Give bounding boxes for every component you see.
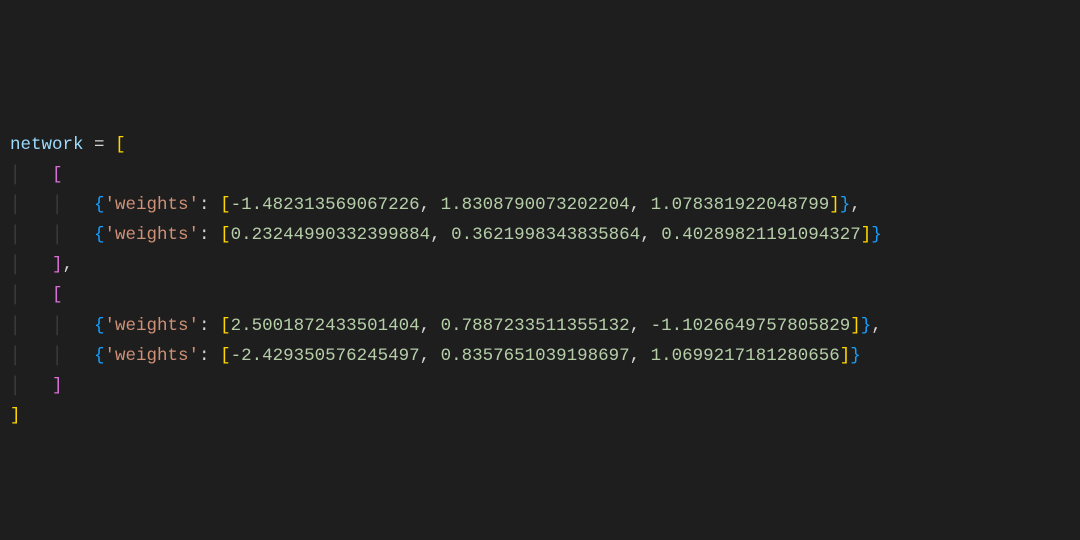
number-literal: 1.078381922048799 xyxy=(651,195,830,215)
comma: , xyxy=(850,195,861,215)
bracket-open: [ xyxy=(52,285,63,305)
number-literal: -1.482313569067226 xyxy=(231,195,420,215)
dict-key: 'weights' xyxy=(105,316,200,336)
variable-name: network xyxy=(10,135,84,155)
colon: : xyxy=(199,346,220,366)
bracket-close: ] xyxy=(52,376,63,396)
line: │ [ xyxy=(10,165,63,185)
comma: , xyxy=(63,255,74,275)
brace-close: } xyxy=(861,316,872,336)
line: │ ], xyxy=(10,255,73,275)
dict-key: 'weights' xyxy=(105,346,200,366)
colon: : xyxy=(199,316,220,336)
line: │ │ {'weights': [-1.482313569067226, 1.8… xyxy=(10,195,861,215)
bracket-open: [ xyxy=(115,135,126,155)
bracket-open: [ xyxy=(220,195,231,215)
number-literal: 1.0699217181280656 xyxy=(651,346,840,366)
comma: , xyxy=(871,316,882,336)
comma: , xyxy=(430,225,451,245)
bracket-close: ] xyxy=(840,346,851,366)
comma: , xyxy=(420,316,441,336)
line: │ │ {'weights': [2.5001872433501404, 0.7… xyxy=(10,316,882,336)
line: network = [ xyxy=(10,135,126,155)
number-literal: 0.3621998343835864 xyxy=(451,225,640,245)
bracket-open: [ xyxy=(52,165,63,185)
brace-open: { xyxy=(94,316,105,336)
bracket-open: [ xyxy=(220,225,231,245)
number-literal: 0.23244990332399884 xyxy=(231,225,431,245)
comma: , xyxy=(630,346,651,366)
indent-guide: │ xyxy=(10,376,52,396)
code-editor-content: network = [ │ [ │ │ {'weights': [-1.4823… xyxy=(0,0,1080,431)
indent-guide: │ xyxy=(10,165,52,185)
indent-guide: │ │ xyxy=(10,225,94,245)
bracket-close: ] xyxy=(850,316,861,336)
comma: , xyxy=(420,346,441,366)
brace-open: { xyxy=(94,346,105,366)
colon: : xyxy=(199,195,220,215)
brace-open: { xyxy=(94,225,105,245)
number-literal: 0.8357651039198697 xyxy=(441,346,630,366)
dict-key: 'weights' xyxy=(105,225,200,245)
comma: , xyxy=(630,316,651,336)
bracket-close: ] xyxy=(52,255,63,275)
bracket-close: ] xyxy=(10,406,21,426)
bracket-close: ] xyxy=(861,225,872,245)
number-literal: -2.429350576245497 xyxy=(231,346,420,366)
line: │ [ xyxy=(10,285,63,305)
bracket-open: [ xyxy=(220,346,231,366)
number-literal: 0.7887233511355132 xyxy=(441,316,630,336)
number-literal: -1.1026649757805829 xyxy=(651,316,851,336)
comma: , xyxy=(420,195,441,215)
colon: : xyxy=(199,225,220,245)
bracket-open: [ xyxy=(220,316,231,336)
line: │ │ {'weights': [0.23244990332399884, 0.… xyxy=(10,225,882,245)
brace-close: } xyxy=(840,195,851,215)
dict-key: 'weights' xyxy=(105,195,200,215)
line: │ ] xyxy=(10,376,63,396)
brace-open: { xyxy=(94,195,105,215)
brace-close: } xyxy=(850,346,861,366)
line: ] xyxy=(10,406,21,426)
number-literal: 2.5001872433501404 xyxy=(231,316,420,336)
line: │ │ {'weights': [-2.429350576245497, 0.8… xyxy=(10,346,861,366)
comma: , xyxy=(630,195,651,215)
bracket-close: ] xyxy=(829,195,840,215)
assign-operator: = xyxy=(94,135,105,155)
indent-guide: │ │ xyxy=(10,346,94,366)
number-literal: 0.40289821191094327 xyxy=(661,225,861,245)
indent-guide: │ │ xyxy=(10,195,94,215)
brace-close: } xyxy=(871,225,882,245)
indent-guide: │ │ xyxy=(10,316,94,336)
indent-guide: │ xyxy=(10,255,52,275)
indent-guide: │ xyxy=(10,285,52,305)
number-literal: 1.8308790073202204 xyxy=(441,195,630,215)
comma: , xyxy=(640,225,661,245)
